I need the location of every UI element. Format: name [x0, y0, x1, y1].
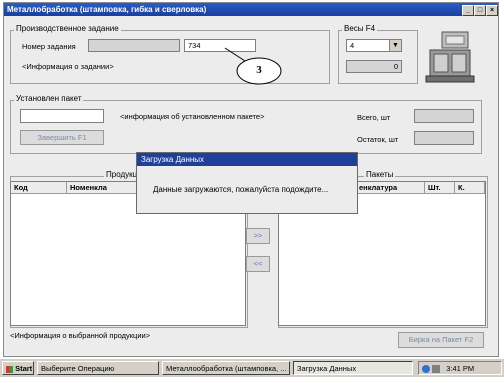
- production-task-group-label: Производственное задание: [14, 24, 121, 33]
- network-icon[interactable]: [422, 365, 430, 374]
- volume-icon[interactable]: [432, 365, 441, 374]
- selected-product-info: <Информация о выбранной продукции>: [10, 331, 151, 340]
- loading-dialog-title-bar: Загрузка Данных: [137, 153, 357, 166]
- packages-group-label: Пакеты: [364, 170, 396, 179]
- scales-selected-value: 4: [350, 41, 355, 50]
- task-info-text: <Информация о задании>: [22, 62, 114, 71]
- package-info-text: <информация об установленном пакете>: [120, 112, 265, 121]
- task-number-label: Номер задания: [22, 42, 76, 51]
- loading-dialog-title: Загрузка Данных: [141, 155, 205, 164]
- installed-package-group-label: Установлен пакет: [14, 94, 84, 103]
- taskbar-item-loading-data[interactable]: Загрузка Данных: [293, 361, 413, 375]
- scales-select[interactable]: 4 ▼: [346, 39, 402, 52]
- dropdown-arrow-icon[interactable]: ▼: [389, 40, 401, 51]
- remaining-label: Остаток, шт: [357, 135, 399, 144]
- remaining-field: [414, 131, 474, 145]
- maximize-button[interactable]: □: [474, 5, 486, 16]
- task-number-prefix-field: [88, 39, 180, 52]
- move-left-button[interactable]: <<: [246, 256, 270, 272]
- windows-logo-icon: [6, 365, 13, 373]
- callout-pointer: [224, 47, 246, 62]
- scales-group-label: Весы F4: [342, 24, 378, 33]
- clock: 3:41 PM: [446, 364, 475, 373]
- products-col-code[interactable]: Код: [11, 182, 67, 194]
- scale-device-icon: [425, 31, 475, 83]
- taskbar-item-metalworking[interactable]: Металлообработка (штамповка, ...: [162, 361, 290, 375]
- start-button[interactable]: Start: [2, 361, 34, 375]
- minimize-button[interactable]: _: [462, 5, 474, 16]
- loading-dialog-message: Данные загружаются, пожалуйста подождите…: [153, 185, 329, 194]
- scales-reading-field: 0: [346, 60, 402, 73]
- package-input[interactable]: [20, 109, 104, 123]
- start-label: Start: [15, 364, 33, 373]
- loading-dialog: Загрузка Данных Данные загружаются, пожа…: [136, 152, 358, 214]
- total-field: [414, 109, 474, 123]
- callout-number: 3: [256, 64, 262, 76]
- title-bar: Металлобработка (штамповка, гибка и свер…: [4, 3, 498, 16]
- annotation-callout: [224, 47, 282, 85]
- move-right-button[interactable]: >>: [246, 228, 270, 244]
- window-title: Металлобработка (штамповка, гибка и свер…: [7, 5, 207, 14]
- close-button[interactable]: ×: [486, 5, 498, 16]
- total-label: Всего, шт: [357, 113, 391, 122]
- print-tag-button[interactable]: Бирка на Пакет F2: [398, 332, 484, 348]
- taskbar-item-select-operation[interactable]: Выберите Операцию: [37, 361, 159, 375]
- finish-button[interactable]: Завершить F1: [20, 130, 104, 145]
- taskbar: Start Выберите Операцию Металлообработка…: [0, 358, 504, 377]
- system-tray: 3:41 PM: [418, 361, 502, 375]
- packages-col-k[interactable]: К.: [455, 182, 485, 194]
- packages-col-qty[interactable]: Шт.: [425, 182, 455, 194]
